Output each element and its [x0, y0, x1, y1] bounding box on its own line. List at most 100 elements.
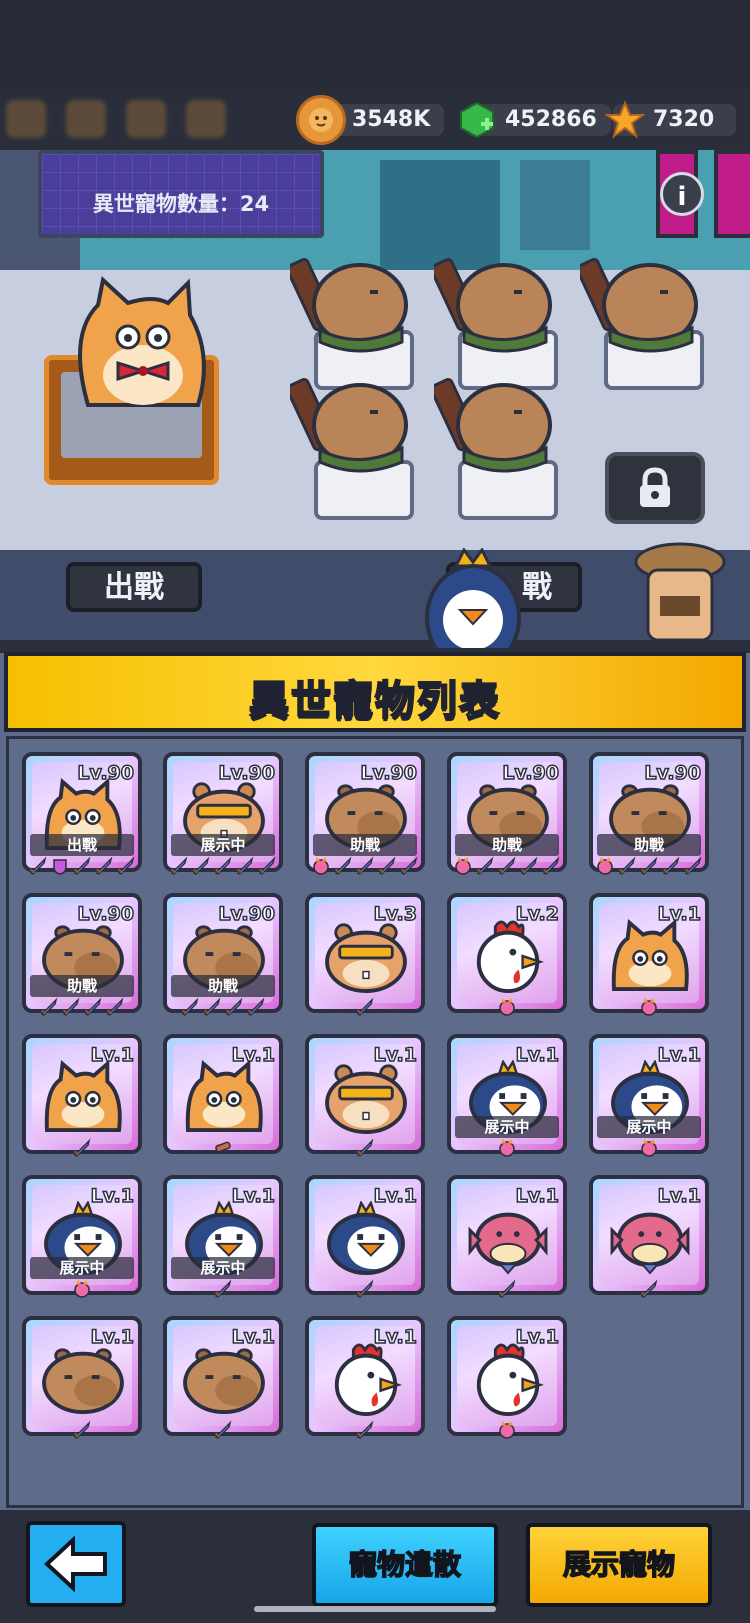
gem-counter[interactable]: 452866 — [455, 101, 611, 139]
pet-card-penguin[interactable]: Lv.1 — [305, 1175, 425, 1298]
locked-slot[interactable] — [605, 452, 705, 524]
capybara-warrior-pet[interactable] — [434, 250, 564, 360]
back-button[interactable] — [26, 1521, 126, 1607]
equipment-row — [447, 1138, 567, 1162]
cat-portrait — [44, 1060, 122, 1133]
cat-portrait — [185, 1060, 263, 1133]
sword-icon — [94, 856, 114, 876]
sword-icon — [105, 997, 125, 1017]
sword-icon — [639, 856, 659, 876]
pet-card-cat[interactable]: Lv.1 — [163, 1034, 283, 1154]
capybara-portrait — [42, 1348, 124, 1415]
pet-status-tag: 助戰 — [313, 834, 417, 856]
pet-level: Lv.1 — [515, 1325, 560, 1349]
pet-card-rooster[interactable]: Lv.1 — [305, 1316, 425, 1439]
equipment-row — [305, 997, 425, 1021]
cat-badge-icon — [595, 856, 615, 876]
pet-card-hamster[interactable]: Lv.1 — [305, 1034, 425, 1157]
pet-card-penguin[interactable]: Lv.1 展示中 — [447, 1034, 567, 1157]
pet-card-cat[interactable]: Lv.90 出戰 — [22, 752, 142, 875]
back-arrow-icon — [44, 1536, 107, 1592]
sword-icon — [72, 1138, 92, 1158]
pet-level: Lv.2 — [515, 902, 560, 926]
pet-status-tag: 展示中 — [597, 1116, 701, 1138]
pet-card-capybara[interactable]: Lv.90 助戰 — [589, 752, 709, 875]
equipment-row — [22, 856, 142, 880]
equipment-row — [589, 1279, 709, 1303]
info-button[interactable]: i — [660, 172, 704, 216]
sword-icon — [355, 1420, 375, 1440]
pet-card-pufferfish[interactable]: Lv.1 — [447, 1175, 567, 1298]
sword-icon — [355, 856, 375, 876]
pet-card-capybara[interactable]: Lv.90 助戰 — [305, 752, 425, 875]
sword-icon — [213, 1279, 233, 1299]
cat-badge-icon — [497, 997, 517, 1017]
sword-icon — [28, 856, 48, 876]
pet-level: Lv.1 — [90, 1325, 135, 1349]
item-icon — [66, 100, 106, 138]
pufferfish-portrait — [468, 1212, 548, 1275]
cat-badge-icon — [497, 1138, 517, 1158]
pet-level: Lv.90 — [77, 902, 135, 926]
pet-level: Lv.1 — [231, 1325, 276, 1349]
show-pet-button[interactable]: 展示寵物 — [526, 1523, 712, 1607]
pet-card-capybara[interactable]: Lv.1 — [22, 1316, 142, 1439]
sword-icon — [355, 1279, 375, 1299]
capybara-warrior-pet[interactable] — [290, 250, 420, 360]
green-gem-icon — [455, 98, 499, 142]
star-counter[interactable]: 7320 — [603, 100, 737, 139]
pet-card-penguin[interactable]: Lv.1 展示中 — [589, 1034, 709, 1157]
pet-level: Lv.3 — [373, 902, 418, 926]
item-icon — [6, 100, 46, 138]
sword-icon — [246, 997, 266, 1017]
sword-icon — [639, 1279, 659, 1299]
pet-card-cat[interactable]: Lv.1 — [589, 893, 709, 1016]
sword-icon — [355, 997, 375, 1017]
home-indicator — [254, 1606, 496, 1612]
pet-level: Lv.1 — [657, 902, 702, 926]
coin-counter[interactable]: 3548K — [296, 95, 445, 145]
pet-card-capybara[interactable]: Lv.90 助戰 — [22, 893, 142, 1016]
release-pet-button[interactable]: 寵物遣散 — [312, 1523, 498, 1607]
blurred-item-icons — [6, 100, 276, 140]
pet-card-capybara[interactable]: Lv.1 — [163, 1316, 283, 1439]
sword-icon — [617, 856, 637, 876]
pet-level: Lv.1 — [90, 1043, 135, 1067]
pet-card-rooster[interactable]: Lv.2 — [447, 893, 567, 1016]
sword-icon — [72, 856, 92, 876]
pufferfish-portrait — [610, 1212, 690, 1275]
capybara-warrior-pet[interactable] — [290, 370, 420, 480]
pet-level: Lv.1 — [90, 1184, 135, 1208]
sword-icon — [191, 856, 211, 876]
deployed-cat-pet[interactable] — [58, 275, 218, 410]
sword-icon — [83, 997, 103, 1017]
pet-list-title: 異世寵物列表 — [248, 677, 501, 725]
pet-card-capybara[interactable]: Lv.90 助戰 — [163, 893, 283, 1016]
pet-card-hamster[interactable]: Lv.90 展示中 — [163, 752, 283, 875]
pet-card-penguin[interactable]: Lv.1 展示中 — [22, 1175, 142, 1298]
sword-icon — [202, 997, 222, 1017]
equipment-row — [447, 1420, 567, 1444]
capybara-warrior-pet[interactable] — [434, 370, 564, 480]
pet-level: Lv.90 — [77, 761, 135, 785]
sword-icon — [224, 997, 244, 1017]
equipment-row — [305, 1420, 425, 1444]
equipment-row — [163, 1279, 283, 1303]
pet-card-capybara[interactable]: Lv.90 助戰 — [447, 752, 567, 875]
pet-card-pufferfish[interactable]: Lv.1 — [589, 1175, 709, 1298]
equipment-row — [447, 856, 567, 880]
capybara-warrior-pet[interactable] — [580, 250, 710, 360]
pet-card-rooster[interactable]: Lv.1 — [447, 1316, 567, 1439]
pet-card-penguin[interactable]: Lv.1 展示中 — [163, 1175, 283, 1298]
equipment-row — [22, 1420, 142, 1444]
pet-level: Lv.1 — [373, 1043, 418, 1067]
pet-card-cat[interactable]: Lv.1 — [22, 1034, 142, 1157]
pet-count-panel: 異世寵物數量：24 — [38, 150, 324, 238]
hamster-portrait — [325, 1064, 407, 1134]
item-icon — [126, 100, 166, 138]
equipment-row — [22, 1279, 142, 1303]
pet-card-hamster[interactable]: Lv.3 — [305, 893, 425, 1016]
cat-badge-icon — [72, 1279, 92, 1299]
sword-icon — [169, 856, 189, 876]
equipment-row — [447, 997, 567, 1021]
